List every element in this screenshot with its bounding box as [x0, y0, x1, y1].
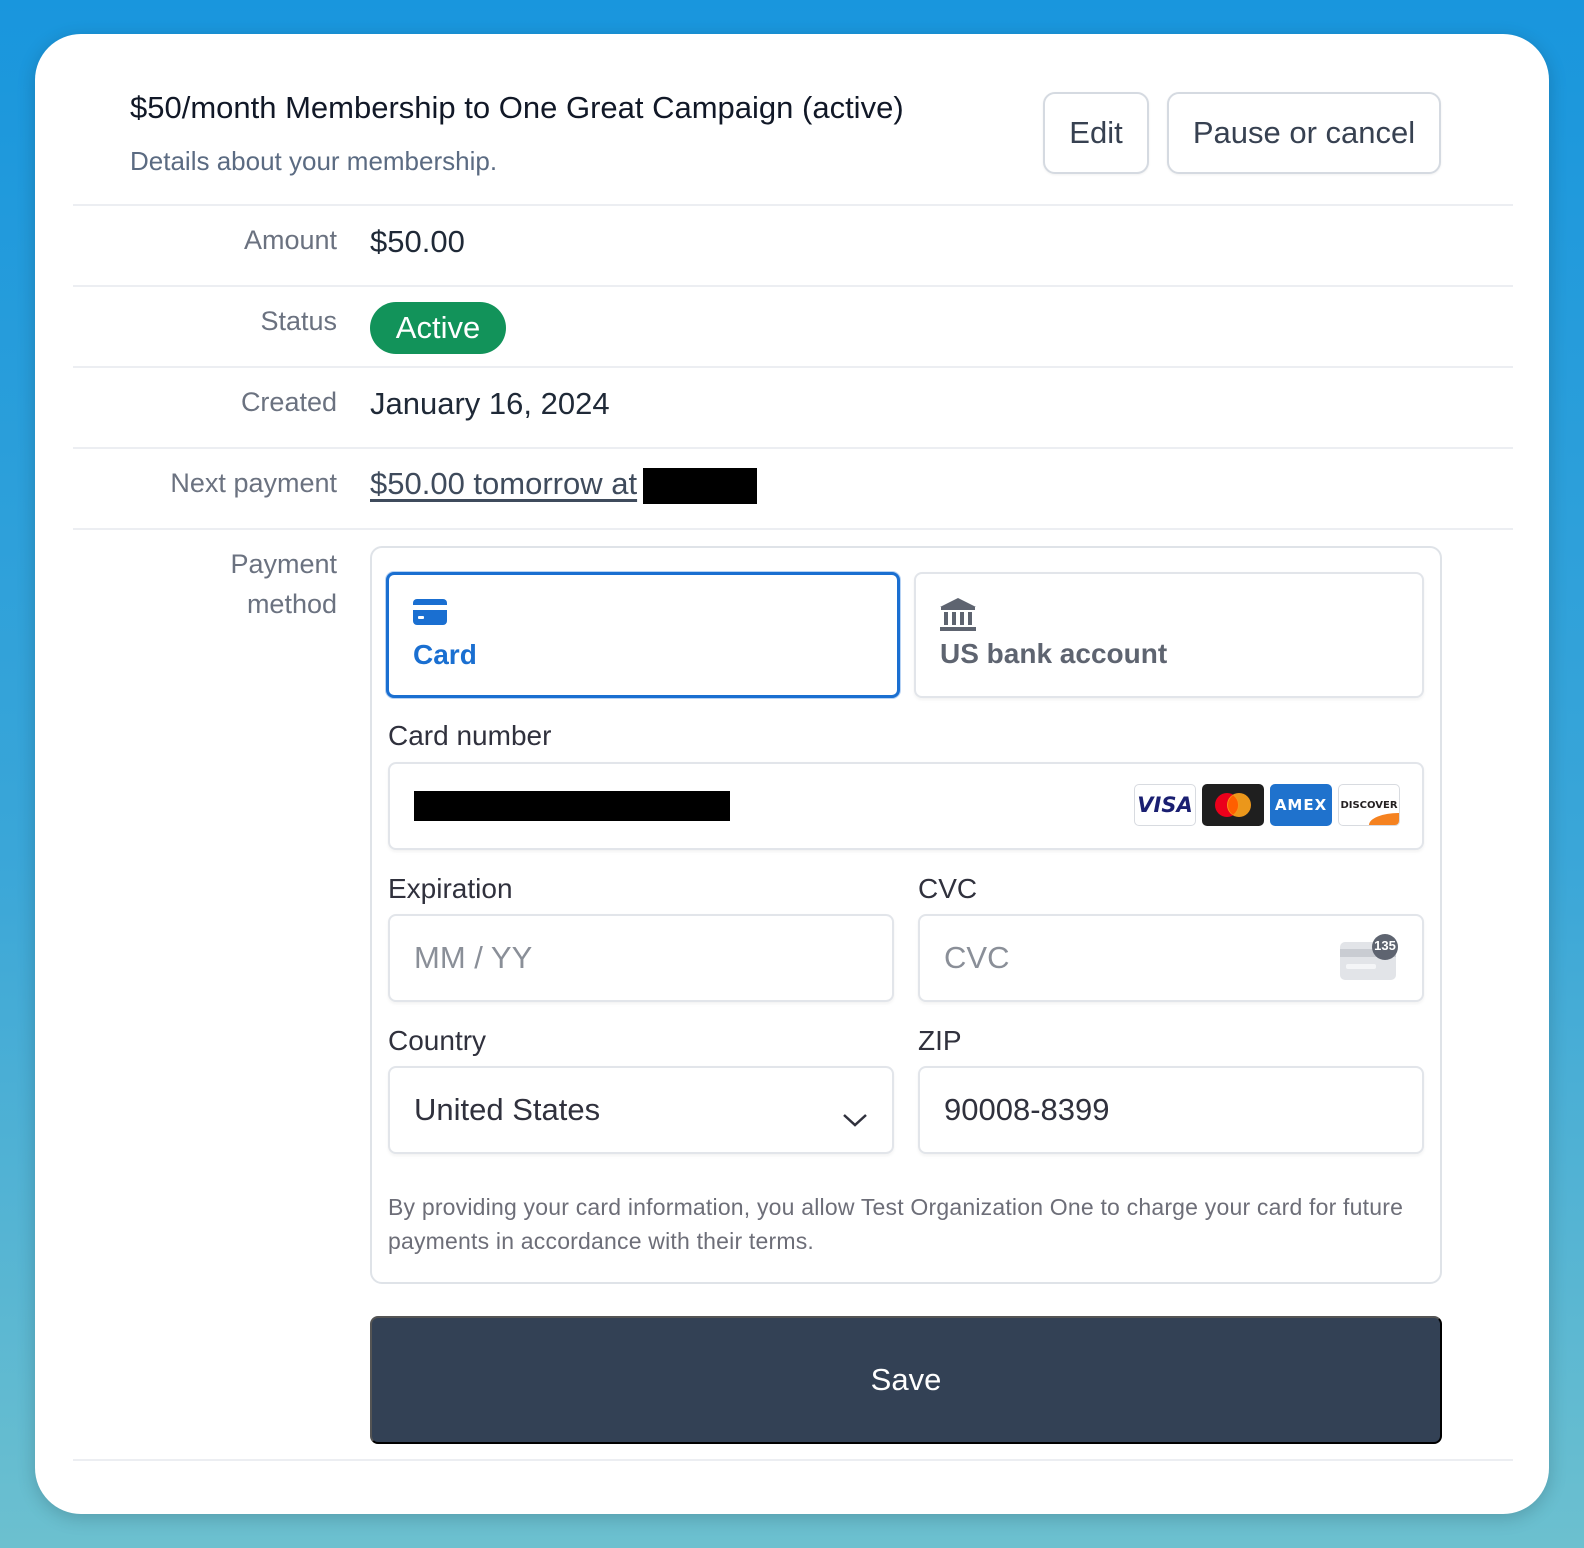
- chevron-down-icon: [842, 1100, 868, 1136]
- payment-method-label: Payment method: [230, 544, 337, 624]
- divider: [73, 447, 1513, 449]
- payment-method-label-line1: Payment: [230, 549, 337, 579]
- mastercard-icon: [1202, 784, 1264, 826]
- expiration-label: Expiration: [388, 873, 513, 904]
- status-label: Status: [260, 306, 337, 336]
- card-disclaimer: By providing your card information, you …: [388, 1194, 1404, 1254]
- zip-input[interactable]: 90008-8399: [918, 1066, 1424, 1154]
- tab-us-bank-account-label: US bank account: [940, 638, 1168, 669]
- cvc-badge-text: 135: [1374, 938, 1396, 953]
- amount-value: $50.00: [370, 224, 465, 259]
- zip-value: 90008-8399: [944, 1092, 1110, 1127]
- edit-button[interactable]: Edit: [1043, 92, 1149, 174]
- tab-card-label: Card: [413, 639, 477, 670]
- divider: [73, 204, 1513, 206]
- cvc-label: CVC: [918, 873, 978, 904]
- credit-card-icon: [413, 599, 447, 630]
- redacted-time: [643, 467, 758, 504]
- cvc-input[interactable]: CVC 135: [918, 914, 1424, 1002]
- expiration-input[interactable]: MM / YY: [388, 914, 894, 1002]
- tab-card[interactable]: Card: [386, 572, 900, 698]
- divider: [73, 1459, 1513, 1461]
- page-subtitle: Details about your membership.: [130, 146, 498, 176]
- redacted-card-number: [414, 791, 730, 821]
- status-badge: Active: [370, 302, 506, 354]
- discover-icon: DISCOVER: [1338, 784, 1400, 826]
- next-payment-row: $50.00 tomorrow at: [370, 466, 758, 504]
- country-select[interactable]: United States: [388, 1066, 894, 1154]
- next-payment-link[interactable]: $50.00 tomorrow at: [370, 466, 637, 501]
- card-number-input[interactable]: VISA AMEX DISCOVER: [388, 762, 1424, 850]
- created-value: January 16, 2024: [370, 386, 610, 421]
- save-button[interactable]: Save: [370, 1316, 1442, 1444]
- expiration-placeholder: MM / YY: [414, 940, 533, 975]
- cvc-card-icon: 135: [1338, 934, 1400, 990]
- pause-or-cancel-button[interactable]: Pause or cancel: [1167, 92, 1441, 174]
- visa-icon: VISA: [1134, 784, 1196, 826]
- zip-label: ZIP: [918, 1025, 962, 1056]
- next-payment-label: Next payment: [170, 468, 337, 498]
- card-number-label: Card number: [388, 720, 552, 751]
- created-label: Created: [240, 387, 337, 417]
- page-title: $50/month Membership to One Great Campai…: [130, 90, 904, 125]
- divider: [73, 528, 1513, 530]
- amount-label: Amount: [243, 225, 337, 255]
- payment-element: Card US bank account Card number VISA AM…: [370, 546, 1442, 1284]
- amex-icon: AMEX: [1270, 784, 1332, 826]
- divider: [73, 366, 1513, 368]
- cvc-placeholder: CVC: [944, 940, 1010, 975]
- country-value: United States: [414, 1092, 601, 1127]
- country-label: Country: [388, 1025, 487, 1056]
- bank-icon: [940, 598, 976, 637]
- tab-us-bank-account[interactable]: US bank account: [914, 572, 1424, 698]
- payment-method-label-line2: method: [246, 589, 337, 619]
- membership-card: $50/month Membership to One Great Campai…: [35, 34, 1549, 1514]
- divider: [73, 285, 1513, 287]
- membership-header: $50/month Membership to One Great Campai…: [35, 34, 1549, 206]
